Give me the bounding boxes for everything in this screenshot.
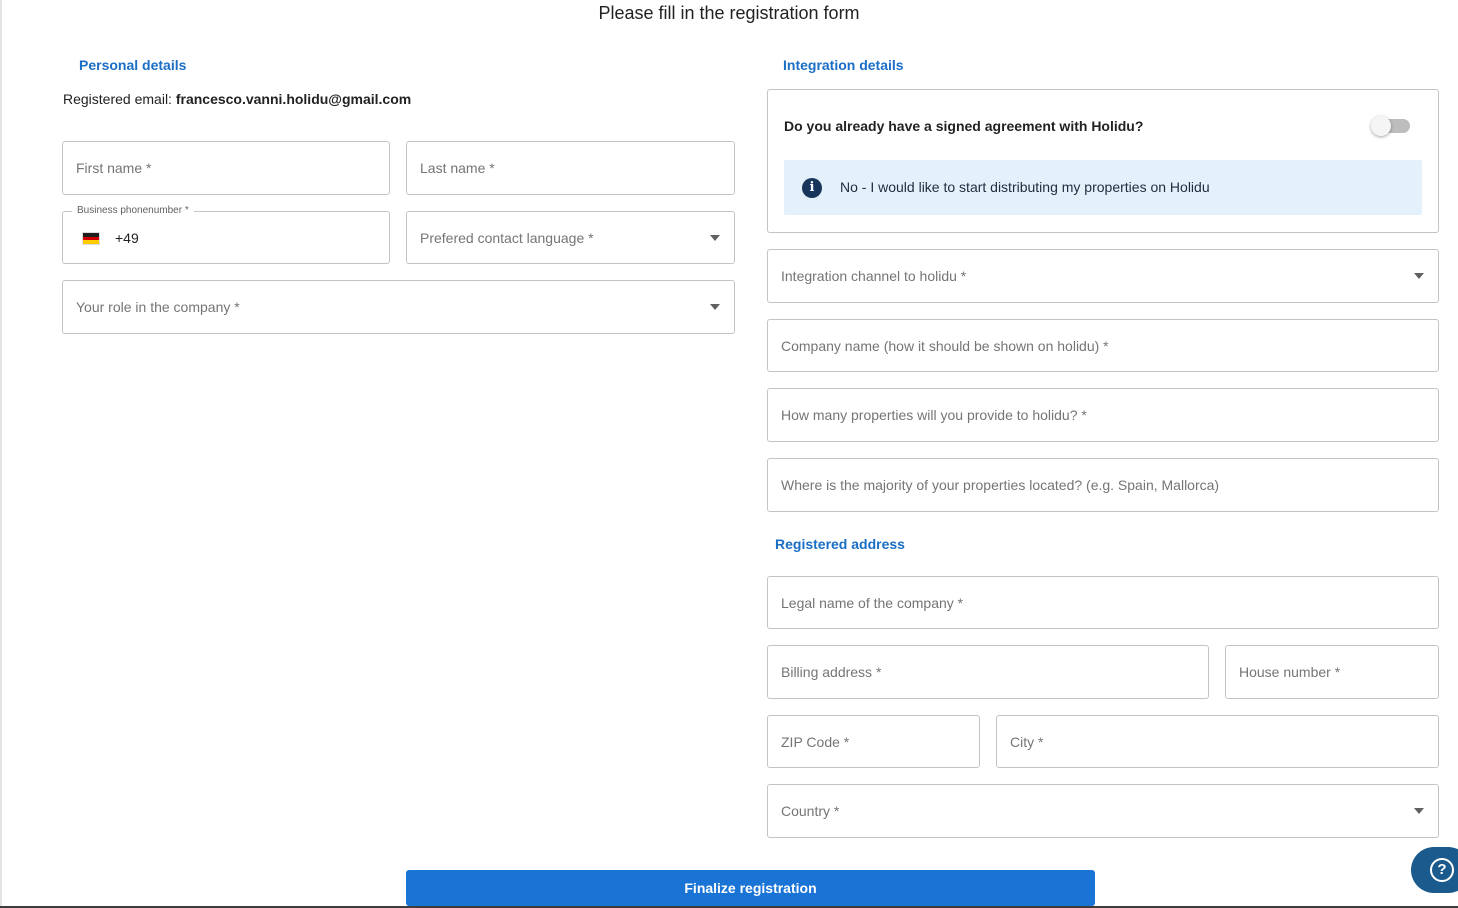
properties-location-placeholder: Where is the majority of your properties… — [781, 477, 1220, 493]
page-title: Please fill in the registration form — [598, 3, 860, 23]
chevron-down-icon — [1414, 808, 1424, 814]
help-button[interactable]: ? — [1411, 847, 1458, 893]
registered-address-title: Registered address — [775, 536, 905, 552]
registered-email-value: francesco.vanni.holidu@gmail.com — [175, 91, 412, 107]
company-role-select[interactable]: Your role in the company * — [62, 280, 735, 334]
agreement-card: Do you already have a signed agreement w… — [767, 89, 1439, 233]
billing-address-placeholder: Billing address * — [781, 664, 882, 680]
properties-count-field[interactable]: How many properties will you provide to … — [767, 388, 1439, 442]
agreement-info-banner: i No - I would like to start distributin… — [784, 160, 1422, 215]
zip-code-field[interactable]: ZIP Code * — [767, 715, 980, 768]
last-name-field[interactable]: Last name * — [406, 141, 735, 195]
agreement-info-text: No - I would like to start distributing … — [840, 179, 1210, 195]
info-icon: i — [802, 178, 822, 198]
chevron-down-icon — [710, 304, 720, 310]
personal-details-title: Personal details — [79, 57, 187, 73]
country-select[interactable]: Country * — [767, 784, 1439, 838]
city-field[interactable]: City * — [996, 715, 1439, 768]
billing-address-field[interactable]: Billing address * — [767, 645, 1209, 699]
zip-code-placeholder: ZIP Code * — [781, 733, 850, 750]
page-left-border — [0, 0, 2, 908]
legal-name-placeholder: Legal name of the company * — [781, 594, 964, 611]
company-role-placeholder: Your role in the company * — [76, 299, 240, 315]
contact-language-placeholder: Prefered contact language * — [420, 229, 594, 246]
business-phone-label: Business phonenumber * — [72, 205, 194, 217]
registered-email: Registered email: francesco.vanni.holidu… — [63, 91, 411, 107]
agreement-question: Do you already have a signed agreement w… — [784, 118, 1144, 134]
contact-language-select[interactable]: Prefered contact language * — [406, 211, 735, 264]
help-icon: ? — [1430, 858, 1454, 882]
integration-channel-placeholder: Integration channel to holidu * — [781, 268, 967, 284]
last-name-placeholder: Last name * — [420, 160, 495, 176]
integration-channel-select[interactable]: Integration channel to holidu * — [767, 249, 1439, 303]
company-name-field[interactable]: Company name (how it should be shown on … — [767, 319, 1439, 372]
chevron-down-icon — [1414, 273, 1424, 279]
germany-flag-icon[interactable] — [83, 233, 99, 245]
chevron-down-icon — [710, 234, 720, 241]
city-placeholder: City * — [1010, 733, 1044, 750]
house-number-field[interactable]: House number * — [1225, 645, 1439, 699]
business-phone-field[interactable]: Business phonenumber * +49 — [62, 205, 390, 264]
registered-email-label: Registered email: — [63, 91, 176, 107]
first-name-field[interactable]: First name * — [62, 141, 390, 195]
agreement-toggle-thumb[interactable] — [1371, 116, 1391, 136]
legal-name-field[interactable]: Legal name of the company * — [767, 576, 1439, 629]
finalize-registration-button[interactable]: Finalize registration — [406, 870, 1095, 906]
integration-details-title: Integration details — [783, 57, 904, 73]
company-name-placeholder: Company name (how it should be shown on … — [781, 337, 1109, 354]
properties-count-placeholder: How many properties will you provide to … — [781, 407, 1087, 423]
country-placeholder: Country * — [781, 803, 840, 819]
house-number-placeholder: House number * — [1239, 664, 1341, 680]
first-name-placeholder: First name * — [76, 160, 152, 176]
properties-location-field[interactable]: Where is the majority of your properties… — [767, 458, 1439, 512]
business-phone-value: +49 — [115, 230, 139, 246]
